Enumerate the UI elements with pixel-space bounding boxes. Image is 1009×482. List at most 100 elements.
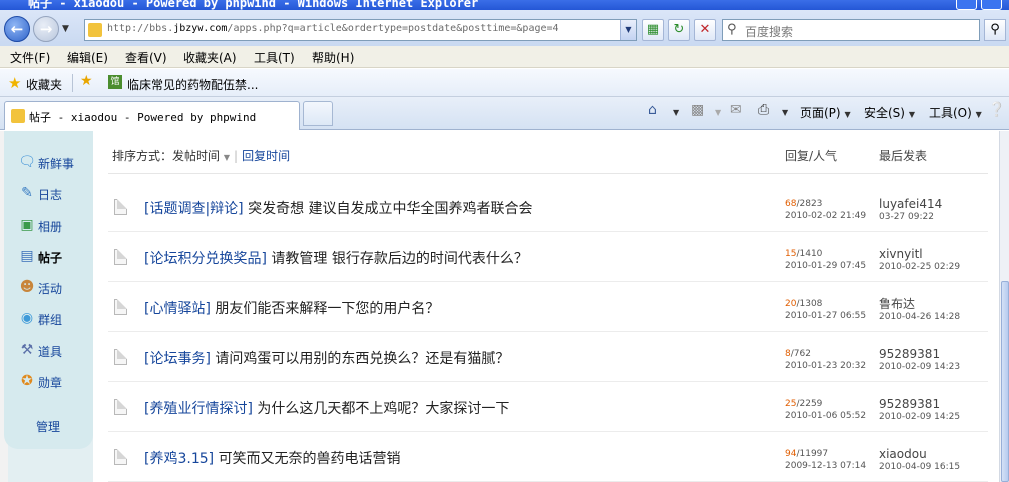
- post-title[interactable]: 突发奇想 建议自发成立中华全国养鸡者联合会: [248, 201, 532, 217]
- menu-help[interactable]: 帮助(H): [312, 49, 354, 66]
- app-sidebar: 🗨 新鲜事 ✎ 日志 ▣ 相册 ▤ 帖子 ☻ 活动 ◉ 群组 ⚒ 道具 ✪ 勋章…: [4, 131, 103, 449]
- address-url[interactable]: http://bbs.jbzyw.com/apps.php?q=article&…: [107, 23, 559, 34]
- view-count: /2823: [796, 199, 823, 209]
- last-post-time: 2010-04-09 16:15: [879, 462, 961, 472]
- post-title-link[interactable]: [养殖业行情探讨] 为什么这几天都不上鸡呢？大家探讨一下: [144, 398, 509, 418]
- post-date: 2010-02-02 21:49: [785, 211, 867, 221]
- post-title[interactable]: 请问鸡蛋可以用别的东西兑换么？还是有猫腻？: [215, 351, 509, 367]
- manage-link[interactable]: 管理: [36, 418, 60, 435]
- safety-menu-button[interactable]: 安全(S) ▼: [864, 104, 915, 121]
- table-row: [论坛积分兑换奖品] 请教管理 银行存款后边的时间代表什么？ 15/1410 201…: [108, 232, 988, 282]
- post-category[interactable]: [话题调查|辩论]: [144, 201, 244, 217]
- post-title-link[interactable]: [话题调查|辩论] 突发奇想 建议自发成立中华全国养鸡者联合会: [144, 198, 533, 218]
- window-titlebar: 帖子 - xiaodou - Powered by phpwind - Wind…: [0, 0, 1009, 10]
- refresh-button[interactable]: ↻: [668, 19, 690, 41]
- search-box[interactable]: ⚲ 百度搜索: [722, 19, 980, 41]
- feed-dropdown-icon[interactable]: ▼: [715, 108, 721, 117]
- diary-icon: ✎: [21, 185, 33, 201]
- search-icon: ⚲: [990, 22, 1000, 37]
- post-category[interactable]: [论坛事务]: [144, 351, 211, 367]
- sidebar-item-album[interactable]: ▣ 相册: [18, 214, 94, 236]
- stop-button[interactable]: ✕: [694, 19, 716, 41]
- forward-arrow-icon: →: [39, 20, 53, 38]
- post-title[interactable]: 朋友们能否来解释一下您的用户名？: [215, 301, 439, 317]
- mail-icon[interactable]: ✉: [730, 102, 742, 118]
- sidebar-item-diary[interactable]: ✎ 日志: [18, 182, 94, 204]
- post-stats: 20/1308 2010-01-27 06:55: [785, 298, 866, 322]
- post-title-link[interactable]: [养鸡3.15] 可笑而又无奈的兽药电话营销: [144, 448, 401, 468]
- post-category[interactable]: [养殖业行情探讨]: [144, 401, 253, 417]
- post-date: 2009-12-13 07:14: [785, 461, 867, 471]
- help-icon[interactable]: ❔: [988, 102, 1005, 118]
- sort-bar: 排序方式：发帖时间 ▼ | 回复时间: [112, 147, 290, 164]
- menu-view[interactable]: 查看(V): [125, 49, 167, 66]
- rss-feed-icon[interactable]: ▩: [691, 102, 704, 118]
- sidebar-item-events[interactable]: ☻ 活动: [18, 276, 94, 298]
- table-row: [养殖业行情探讨] 为什么这几天都不上鸡呢？大家探讨一下 25/2259 2010-…: [108, 382, 988, 432]
- tools-menu-button[interactable]: 工具(O) ▼: [929, 104, 982, 121]
- tool-icon: ⚒: [20, 342, 34, 358]
- post-title[interactable]: 为什么这几天都不上鸡呢？大家探讨一下: [257, 401, 509, 417]
- compatibility-view-button[interactable]: ▦: [642, 19, 664, 41]
- maximize-button[interactable]: [981, 0, 1002, 10]
- sidebar-item-medals[interactable]: ✪ 勋章: [18, 370, 94, 392]
- posts-panel: 排序方式：发帖时间 ▼ | 回复时间 回复/人气 最后发表 [话题调查|辩论] 突发…: [94, 131, 999, 482]
- menu-favorites[interactable]: 收藏夹(A): [183, 49, 237, 66]
- favorites-separator: [72, 74, 73, 92]
- home-dropdown-icon[interactable]: ▼: [673, 108, 679, 117]
- post-title-link[interactable]: [心情驿站] 朋友们能否来解释一下您的用户名？: [144, 298, 439, 318]
- sidebar-item-tools[interactable]: ⚒ 道具: [18, 339, 94, 361]
- last-post-user[interactable]: luyafei414: [879, 197, 942, 211]
- sidebar-item-posts[interactable]: ▤ 帖子: [18, 245, 103, 267]
- active-tab[interactable]: 帖子 - xiaodou - Powered by phpwind: [4, 101, 300, 130]
- menu-edit[interactable]: 编辑(E): [67, 49, 108, 66]
- sidebar-item-news[interactable]: 🗨 新鲜事: [18, 151, 94, 173]
- minimize-button[interactable]: [956, 0, 977, 10]
- post-date: 2010-01-27 06:55: [785, 311, 867, 321]
- new-tab-button[interactable]: [303, 101, 333, 126]
- post-category[interactable]: [论坛积分兑换奖品]: [144, 251, 267, 267]
- last-post-user[interactable]: 95289381: [879, 397, 960, 411]
- post-title-link[interactable]: [论坛积分兑换奖品] 请教管理 银行存款后边的时间代表什么？: [144, 248, 528, 268]
- add-to-favorites-bar-icon[interactable]: ★: [80, 73, 93, 89]
- favorites-button-label[interactable]: 收藏夹: [26, 76, 62, 93]
- search-button[interactable]: ⚲: [984, 19, 1006, 41]
- post-category[interactable]: [心情驿站]: [144, 301, 211, 317]
- post-title-link[interactable]: [论坛事务] 请问鸡蛋可以用别的东西兑换么？还是有猫腻？: [144, 348, 509, 368]
- sidebar-item-label: 帖子: [38, 251, 63, 265]
- address-toolbar: ← → ▼ http://bbs.jbzyw.com/apps.php?q=ar…: [0, 10, 1009, 46]
- last-post-user[interactable]: xiaodou: [879, 447, 960, 461]
- last-post-user[interactable]: xivnyitl: [879, 247, 960, 261]
- favorite-link[interactable]: 临床常见的药物配伍禁...: [127, 76, 258, 93]
- last-post-time: 03-27 09:22: [879, 212, 934, 222]
- last-post-time: 2010-02-25 02:29: [879, 262, 961, 272]
- header-divider: [108, 173, 988, 174]
- address-bar[interactable]: http://bbs.jbzyw.com/apps.php?q=article&…: [84, 19, 637, 41]
- table-row: [养鸡3.15] 可笑而又无奈的兽药电话营销 94/11997 2009-12-13…: [108, 432, 988, 482]
- last-post-user[interactable]: 鲁布达: [879, 297, 960, 311]
- menu-file[interactable]: 文件(F): [10, 49, 50, 66]
- last-post-user[interactable]: 95289381: [879, 347, 960, 361]
- history-dropdown-icon[interactable]: ▼: [62, 24, 69, 34]
- sort-by-post-time[interactable]: 发帖时间: [172, 149, 220, 163]
- print-icon[interactable]: ⎙: [758, 102, 769, 118]
- post-title[interactable]: 请教管理 银行存款后边的时间代表什么？: [271, 251, 527, 267]
- vertical-scrollbar[interactable]: [999, 131, 1009, 482]
- back-button[interactable]: ←: [4, 16, 30, 42]
- reply-count: 25: [785, 399, 797, 409]
- menu-tools[interactable]: 工具(T): [254, 49, 295, 66]
- scrollbar-thumb[interactable]: [1001, 281, 1009, 482]
- address-dropdown-icon[interactable]: ▼: [620, 20, 636, 40]
- page-menu-button[interactable]: 页面(P) ▼: [800, 104, 851, 121]
- sort-by-reply-time[interactable]: 回复时间: [242, 149, 290, 163]
- post-category[interactable]: [养鸡3.15]: [144, 451, 214, 467]
- post-title[interactable]: 可笑而又无奈的兽药电话营销: [219, 451, 401, 467]
- forward-button[interactable]: →: [33, 16, 59, 42]
- home-icon[interactable]: ⌂: [648, 102, 657, 118]
- sidebar-item-label: 日志: [38, 188, 63, 202]
- post-document-icon: ▤: [20, 248, 34, 264]
- sidebar-item-groups[interactable]: ◉ 群组: [18, 307, 94, 329]
- print-dropdown-icon[interactable]: ▼: [782, 108, 788, 117]
- compatibility-icon: ▦: [646, 22, 660, 37]
- favorites-star-icon[interactable]: ★: [8, 74, 21, 92]
